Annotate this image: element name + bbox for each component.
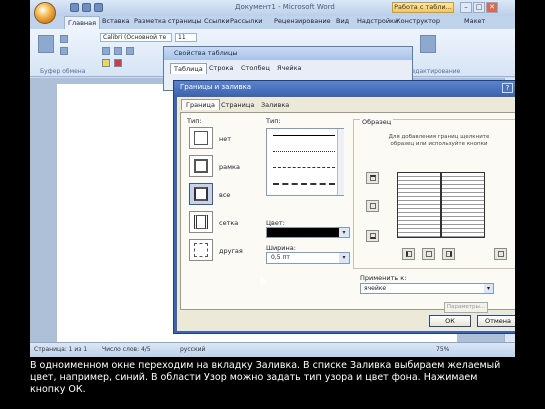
top-border-button[interactable] bbox=[366, 172, 379, 184]
setting-type-label: Тип: bbox=[187, 117, 202, 125]
setting-custom-button[interactable] bbox=[189, 239, 213, 261]
line-style-list[interactable] bbox=[266, 128, 344, 196]
minimize-button[interactable]: – bbox=[460, 2, 472, 13]
line-style-dotted[interactable] bbox=[273, 151, 335, 152]
apply-to-combo[interactable]: ячейке ▾ bbox=[360, 283, 494, 294]
line-style-long-dash[interactable] bbox=[273, 183, 335, 185]
setting-all-button[interactable] bbox=[189, 183, 213, 205]
setting-none-label: нет bbox=[219, 135, 232, 143]
preview-box: Образец Для добавления границ щелкните о… bbox=[353, 118, 515, 269]
language[interactable]: русский bbox=[180, 346, 205, 353]
setting-box-button[interactable] bbox=[189, 155, 213, 177]
status-bar: Страница: 1 из 1 Число слов: 4/5 русский… bbox=[30, 342, 515, 357]
table-tools-context-tab: Работа с табли... bbox=[392, 2, 454, 13]
tab-design[interactable]: Конструктор bbox=[396, 17, 440, 25]
line-style-dashed[interactable] bbox=[273, 167, 335, 168]
tp-tab-row[interactable]: Строка bbox=[206, 63, 236, 73]
help-button[interactable]: ? bbox=[502, 83, 513, 93]
tab-layout[interactable]: Макет bbox=[464, 17, 485, 25]
clipboard-group-label: Буфер обмена bbox=[40, 68, 86, 75]
tab-view[interactable]: Вид bbox=[336, 17, 349, 25]
table-properties-title: Свойства таблицы bbox=[164, 47, 412, 60]
tab-review[interactable]: Рецензирование bbox=[274, 17, 331, 25]
setting-grid-button[interactable] bbox=[189, 211, 213, 233]
left-border-button[interactable] bbox=[402, 248, 415, 260]
tp-tab-table[interactable]: Таблица bbox=[170, 63, 207, 74]
bottom-border-button[interactable] bbox=[366, 230, 379, 242]
find-icon[interactable] bbox=[420, 35, 436, 53]
bold-icon[interactable] bbox=[102, 47, 110, 55]
setting-grid-label: сетка bbox=[219, 219, 239, 227]
paste-icon[interactable] bbox=[38, 35, 54, 53]
tp-tab-cell[interactable]: Ячейка bbox=[274, 63, 305, 73]
width-value: 0,5 пт bbox=[271, 254, 290, 261]
tab-shading[interactable]: Заливка bbox=[257, 100, 293, 110]
borders-shading-dialog: Границы и заливка ? ✕ Граница Страница З… bbox=[173, 80, 515, 334]
apply-to-label: Применить к: bbox=[360, 274, 407, 282]
ok-button[interactable]: ОК bbox=[429, 315, 471, 327]
tab-page-border[interactable]: Страница bbox=[217, 100, 258, 110]
tab-references[interactable]: Ссылки bbox=[204, 17, 230, 25]
preview-label: Образец bbox=[360, 118, 394, 126]
color-combo[interactable]: ▾ bbox=[266, 227, 350, 238]
width-combo[interactable]: 0,5 пт ▾ bbox=[266, 252, 350, 264]
tp-tab-column[interactable]: Столбец bbox=[238, 63, 273, 73]
office-button[interactable] bbox=[34, 2, 56, 24]
undo-icon[interactable] bbox=[82, 3, 91, 12]
line-style-solid[interactable] bbox=[273, 135, 335, 136]
font-size-combo[interactable]: 11 bbox=[175, 33, 197, 42]
redo-icon[interactable] bbox=[94, 3, 103, 12]
word-window: Документ1 - Microsoft Word Работа с табл… bbox=[30, 0, 515, 357]
highlight-icon[interactable] bbox=[102, 59, 110, 67]
tab-borders[interactable]: Граница bbox=[181, 99, 220, 110]
preview-hint: Для добавления границ щелкните образец и… bbox=[388, 134, 490, 147]
cut-icon[interactable] bbox=[60, 35, 68, 43]
editing-group-label: Редактирование bbox=[408, 68, 461, 75]
borders-panel: Тип: нет рамка все сетка другая Тип: Цве… bbox=[180, 112, 515, 313]
options-button[interactable]: Параметры... bbox=[444, 302, 488, 313]
right-border-button[interactable] bbox=[442, 248, 455, 260]
maximize-button[interactable]: □ bbox=[473, 2, 485, 13]
page-count[interactable]: Страница: 1 из 1 bbox=[34, 346, 87, 353]
tab-home[interactable]: Главная bbox=[64, 16, 101, 29]
color-label: Цвет: bbox=[266, 219, 285, 227]
setting-custom-label: другая bbox=[219, 247, 243, 255]
tab-insert[interactable]: Вставка bbox=[102, 17, 130, 25]
zoom-level[interactable]: 75% bbox=[436, 346, 449, 353]
style-label: Тип: bbox=[266, 117, 281, 125]
apply-to-value: ячейке bbox=[364, 285, 387, 292]
window-title: Документ1 - Microsoft Word bbox=[235, 3, 335, 11]
underline-icon[interactable] bbox=[126, 47, 134, 55]
setting-none-button[interactable] bbox=[189, 127, 213, 149]
tab-addins[interactable]: Надстройки bbox=[357, 17, 398, 25]
close-button[interactable]: ✕ bbox=[486, 2, 498, 13]
tab-page-layout[interactable]: Разметка страницы bbox=[134, 17, 202, 25]
setting-all-label: все bbox=[219, 191, 231, 199]
inside-horizontal-border-button[interactable] bbox=[366, 200, 379, 212]
setting-box-label: рамка bbox=[219, 163, 240, 171]
font-color-icon[interactable] bbox=[114, 59, 122, 67]
diagonal-border-button[interactable] bbox=[494, 248, 507, 260]
italic-icon[interactable] bbox=[114, 47, 122, 55]
cancel-button[interactable]: Отмена bbox=[477, 315, 515, 327]
save-icon[interactable] bbox=[70, 3, 79, 12]
borders-dialog-body: Граница Страница Заливка Тип: нет рамка … bbox=[177, 97, 515, 331]
font-name-combo[interactable]: Calibri (Основной те bbox=[100, 33, 172, 42]
border-preview[interactable] bbox=[397, 172, 485, 238]
copy-icon[interactable] bbox=[60, 47, 68, 55]
style-list-scrollbar[interactable] bbox=[337, 129, 344, 195]
borders-dialog-title: Границы и заливка bbox=[174, 81, 515, 95]
ribbon-tabs: Главная Вставка Разметка страницы Ссылки… bbox=[30, 16, 515, 29]
width-label: Ширина: bbox=[266, 244, 296, 252]
tutorial-caption: В одноименном окне переходим на вкладку … bbox=[30, 360, 501, 395]
chevron-down-icon[interactable]: ▾ bbox=[339, 228, 349, 237]
chevron-down-icon[interactable]: ▾ bbox=[484, 284, 493, 293]
chevron-down-icon[interactable]: ▾ bbox=[339, 253, 349, 263]
inside-vertical-border-button[interactable] bbox=[422, 248, 435, 260]
word-count[interactable]: Число слов: 4/5 bbox=[102, 346, 151, 353]
title-bar: Документ1 - Microsoft Word Работа с табл… bbox=[30, 0, 515, 16]
tab-mailings[interactable]: Рассылки bbox=[230, 17, 263, 25]
